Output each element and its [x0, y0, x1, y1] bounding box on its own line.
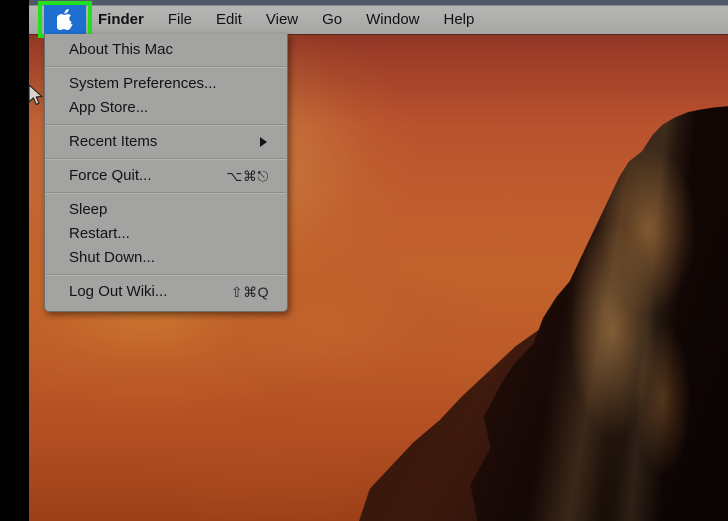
menu-item-sleep[interactable]: Sleep — [45, 198, 287, 222]
menu-item-force-quit[interactable]: Force Quit... ⌥⌘⎋ — [45, 164, 287, 188]
menu-item-label: Sleep — [69, 201, 108, 218]
menu-item-recent-items[interactable]: Recent Items — [45, 130, 287, 154]
menu-bar-items: Finder File Edit View Go Window Help — [29, 6, 486, 34]
menu-item-system-preferences[interactable]: System Preferences... — [45, 72, 287, 96]
menu-item-label: Restart... — [69, 225, 130, 242]
screen: Finder File Edit View Go Window Help Abo… — [0, 0, 728, 521]
apple-menu-group-4: Force Quit... ⌥⌘⎋ — [45, 160, 287, 192]
apple-menu-group-5: Sleep Restart... Shut Down... — [45, 194, 287, 274]
menu-item-label: Shut Down... — [69, 249, 155, 266]
menu-item-label: Recent Items — [69, 133, 158, 150]
menu-bar: Finder File Edit View Go Window Help — [29, 0, 728, 34]
apple-menu-group-1: About This Mac — [45, 34, 287, 66]
menu-item-shortcut: ⇧⌘Q — [230, 283, 269, 300]
menu-bar-item-file[interactable]: File — [156, 6, 204, 34]
apple-menu-group-2: System Preferences... App Store... — [45, 68, 287, 124]
menu-item-label: App Store... — [69, 99, 149, 116]
apple-logo-icon — [56, 9, 74, 30]
chevron-right-icon — [260, 137, 267, 147]
menu-item-restart[interactable]: Restart... — [45, 222, 287, 246]
menu-bar-item-finder[interactable]: Finder — [86, 6, 156, 34]
menu-item-about-this-mac[interactable]: About This Mac — [45, 38, 287, 62]
menu-bar-item-edit[interactable]: Edit — [204, 6, 254, 34]
menu-item-label: Force Quit... — [69, 167, 152, 184]
apple-menu-dropdown[interactable]: About This Mac System Preferences... App… — [44, 34, 288, 312]
menu-item-label: Log Out Wiki... — [69, 283, 168, 300]
menu-item-shut-down[interactable]: Shut Down... — [45, 246, 287, 270]
menu-item-label: System Preferences... — [69, 75, 217, 92]
apple-menu-group-6: Log Out Wiki... ⇧⌘Q — [45, 276, 287, 308]
menu-item-log-out[interactable]: Log Out Wiki... ⇧⌘Q — [45, 280, 287, 304]
menu-bar-item-help[interactable]: Help — [432, 6, 487, 34]
mouse-cursor — [28, 84, 44, 108]
apple-menu-button[interactable] — [44, 4, 86, 35]
menu-item-app-store[interactable]: App Store... — [45, 96, 287, 120]
menu-item-label: About This Mac — [69, 41, 173, 58]
apple-menu-group-3: Recent Items — [45, 126, 287, 158]
menu-bar-item-go[interactable]: Go — [310, 6, 354, 34]
screen-left-black-bar — [0, 0, 29, 521]
menu-item-shortcut: ⌥⌘⎋ — [226, 167, 269, 184]
menu-bar-item-view[interactable]: View — [254, 6, 310, 34]
menu-bar-item-window[interactable]: Window — [354, 6, 431, 34]
